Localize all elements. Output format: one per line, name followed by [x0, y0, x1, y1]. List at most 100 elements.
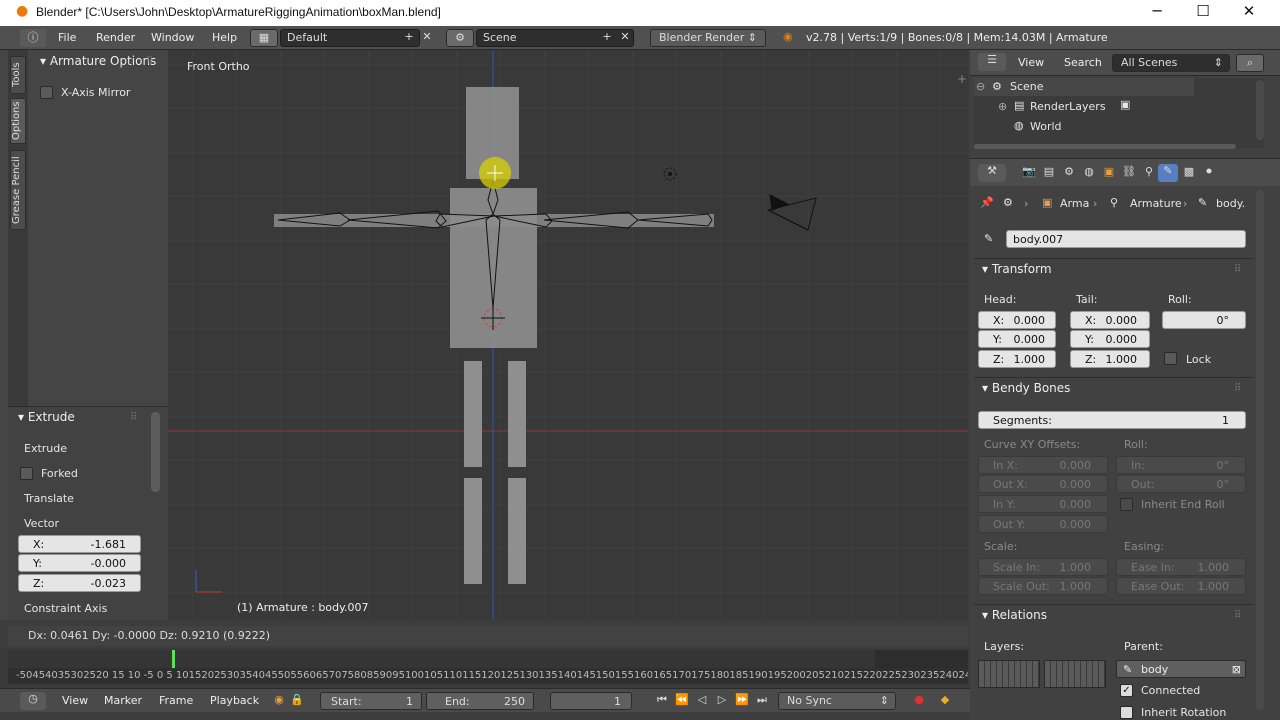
head-z-field[interactable]: Z: 1.000 [978, 350, 1056, 368]
properties-scrollbar[interactable] [1256, 190, 1264, 710]
breadcrumb-arma[interactable]: Arma [1060, 197, 1089, 210]
ease-in-field[interactable]: Ease In: 1.000 [1116, 558, 1246, 576]
layers-tab-icon[interactable]: ▤ [1040, 165, 1058, 178]
menu-view[interactable]: View [62, 694, 88, 707]
tail-y-field[interactable]: Y: 0.000 [1070, 330, 1150, 348]
sync-dropdown[interactable]: No Sync ⇕ [778, 692, 896, 710]
outliner-filter-dropdown[interactable]: All Scenes ⇕ [1112, 54, 1230, 72]
in-y-field[interactable]: In Y: 0.000 [978, 495, 1108, 513]
scale-out-field[interactable]: Scale Out: 1.000 [978, 577, 1108, 595]
object-tab-icon[interactable]: ▣ [1100, 165, 1118, 178]
menu-frame[interactable]: Frame [159, 694, 193, 707]
relations-header[interactable]: ▾ Relations [982, 608, 1047, 622]
armature-options-header[interactable]: ▾ Armature Options [40, 54, 156, 68]
roll-field[interactable]: 0° [1162, 311, 1246, 329]
editor-type-timeline-icon[interactable]: ◷ [20, 692, 46, 710]
pin-icon[interactable]: 📌 [980, 196, 994, 209]
minimize-button[interactable]: ─ [1134, 0, 1180, 26]
render-tab-icon[interactable]: 📷 [1020, 165, 1038, 178]
record-icon[interactable]: ● [912, 693, 926, 706]
keyframe-sync-icon[interactable]: ◉ [272, 693, 286, 706]
connected-checkbox[interactable]: ✓ [1120, 684, 1133, 697]
bendy-grip-icon[interactable]: ⠿ [1234, 383, 1241, 394]
maximize-button[interactable]: ☐ [1180, 0, 1226, 26]
menu-marker[interactable]: Marker [104, 694, 142, 707]
add-layout-icon[interactable]: + [402, 30, 416, 43]
inherit-end-roll-checkbox[interactable] [1120, 498, 1133, 511]
renderlayers-expand-icon[interactable]: ⊕ [998, 100, 1007, 113]
keying-set-icon[interactable]: ◆ [938, 693, 952, 706]
vector-y-field[interactable]: Y: -0.000 [18, 554, 141, 572]
outliner-search-icon[interactable]: ⌕ [1236, 54, 1264, 72]
menu-window[interactable]: Window [151, 31, 194, 44]
extrude-header[interactable]: ▾ Extrude [18, 410, 75, 424]
outliner-renderlayers-label[interactable]: RenderLayers [1030, 100, 1106, 113]
editor-type-outliner-icon[interactable]: ☰ [978, 53, 1006, 71]
bone-layers-grid-1[interactable] [978, 660, 1040, 688]
tab-tools[interactable]: Tools [10, 56, 26, 94]
out-y-field[interactable]: Out Y: 0.000 [978, 515, 1108, 533]
next-keyframe-icon[interactable]: ⏩ [734, 693, 750, 706]
operator-scrollbar[interactable] [151, 412, 160, 492]
forked-checkbox[interactable] [20, 467, 33, 480]
timeline-area[interactable]: -50454035302520 15 10 -5 0 5 10152025303… [0, 648, 970, 688]
world-tab-icon[interactable]: ◍ [1080, 165, 1098, 178]
breadcrumb-bone[interactable]: body. [1216, 197, 1245, 210]
current-frame-marker[interactable] [172, 650, 175, 668]
current-frame-field[interactable]: 1 [550, 692, 632, 710]
bendy-bones-header[interactable]: ▾ Bendy Bones [982, 381, 1070, 395]
prev-keyframe-icon[interactable]: ⏪ [674, 693, 690, 706]
menu-help[interactable]: Help [212, 31, 237, 44]
relations-grip-icon[interactable]: ⠿ [1234, 610, 1241, 621]
transform-header[interactable]: ▾ Transform [982, 262, 1052, 276]
scene-tab-icon[interactable]: ⚙ [1060, 165, 1078, 178]
viewport-corner-plus-icon[interactable]: + [957, 72, 967, 86]
texture-tab-icon[interactable]: ▩ [1180, 165, 1198, 178]
bone-layers-grid-2[interactable] [1044, 660, 1106, 688]
roll-in-field[interactable]: In: 0° [1116, 456, 1246, 474]
breadcrumb-armature[interactable]: Armature [1130, 197, 1182, 210]
remove-scene-icon[interactable]: ✕ [618, 30, 632, 43]
out-x-field[interactable]: Out X: 0.000 [978, 475, 1108, 493]
outliner-vscroll[interactable] [1256, 80, 1264, 140]
editor-type-info-icon[interactable]: ⓘ [20, 29, 46, 47]
outliner-world-label[interactable]: World [1030, 120, 1062, 133]
close-button[interactable]: ✕ [1226, 0, 1272, 26]
extrude-grip-icon[interactable]: ⠿ [130, 412, 137, 423]
tab-grease-pencil[interactable]: Grease Pencil [10, 150, 26, 230]
scale-in-field[interactable]: Scale In: 1.000 [978, 558, 1108, 576]
data-tab-icon[interactable]: ⚲ [1140, 165, 1158, 178]
3d-viewport[interactable]: Front Ortho (1) Armature : body.007 + [168, 50, 968, 620]
scene-selector-icon[interactable]: ⚙ [446, 29, 474, 47]
ease-out-field[interactable]: Ease Out: 1.000 [1116, 577, 1246, 595]
tail-z-field[interactable]: Z: 1.000 [1070, 350, 1150, 368]
head-x-field[interactable]: X: 0.000 [978, 311, 1056, 329]
roll-out-field[interactable]: Out: 0° [1116, 475, 1246, 493]
end-frame-field[interactable]: End: 250 [426, 692, 534, 710]
constraints-tab-icon[interactable]: ⛓ [1120, 165, 1138, 178]
menu-playback[interactable]: Playback [210, 694, 259, 707]
add-scene-icon[interactable]: + [600, 30, 614, 43]
clear-parent-icon[interactable]: ⊠ [1232, 661, 1241, 679]
menu-file[interactable]: File [58, 31, 76, 44]
physics-tab-icon[interactable]: ⚫ [1200, 165, 1218, 178]
jump-start-icon[interactable]: ⏮ [654, 693, 670, 707]
menu-render[interactable]: Render [96, 31, 135, 44]
tab-options[interactable]: Options [10, 98, 26, 144]
play-icon[interactable]: ▷ [714, 693, 730, 706]
lock-range-icon[interactable]: 🔒 [290, 693, 304, 706]
segments-field[interactable]: Segments: 1 [978, 411, 1246, 429]
jump-end-icon[interactable]: ⏭ [754, 693, 770, 707]
inherit-rotation-checkbox[interactable] [1120, 706, 1133, 719]
vector-z-field[interactable]: Z: -0.023 [18, 574, 141, 592]
viewport-canvas[interactable] [168, 50, 968, 620]
start-frame-field[interactable]: Start: 1 [320, 692, 422, 710]
play-reverse-icon[interactable]: ◁ [694, 693, 710, 706]
panel-grip-icon[interactable]: ⠿ [146, 56, 153, 67]
outliner-menu-view[interactable]: View [1018, 56, 1044, 69]
in-x-field[interactable]: In X: 0.000 [978, 456, 1108, 474]
outliner-scrollbar[interactable] [974, 144, 1236, 149]
bone-name-field[interactable]: body.007 [1006, 230, 1246, 248]
head-y-field[interactable]: Y: 0.000 [978, 330, 1056, 348]
outliner-row-scene[interactable]: ⊖ ⚙ Scene [974, 78, 1194, 96]
